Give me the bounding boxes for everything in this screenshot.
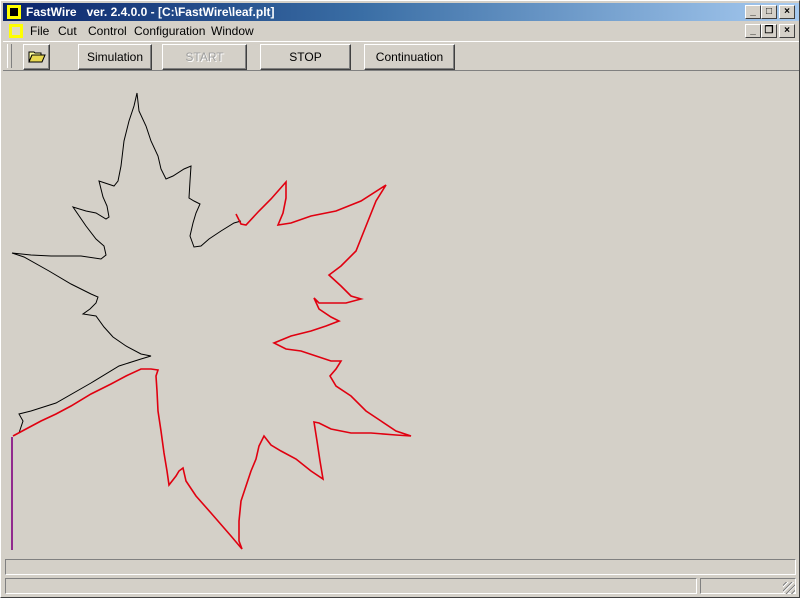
main-window: FastWire ver. 2.4.0.0 - [C:\FastWire\lea… (0, 0, 800, 598)
open-file-button[interactable] (23, 44, 50, 70)
menu-bar: File Cut Control Configuration Window _ … (3, 22, 799, 40)
toolbar: Simulation START STOP Continuation (3, 41, 799, 71)
leaf-path-uncut (11, 92, 242, 434)
simulation-button[interactable]: Simulation (78, 44, 152, 70)
doc-restore-button[interactable]: ❐ (761, 24, 777, 38)
resize-grip[interactable] (783, 582, 795, 594)
window-title: FastWire ver. 2.4.0.0 - [C:\FastWire\lea… (26, 5, 275, 19)
doc-minimize-button[interactable]: _ (745, 24, 761, 38)
minimize-button[interactable]: _ (745, 5, 761, 19)
menu-configuration[interactable]: Configuration (134, 24, 205, 38)
start-button[interactable]: START (162, 44, 247, 70)
folder-open-icon (27, 51, 46, 63)
status-panel-main (5, 578, 697, 594)
continuation-button[interactable]: Continuation (364, 44, 455, 70)
doc-close-button[interactable]: × (779, 24, 795, 38)
close-button[interactable]: × (779, 5, 795, 19)
status-line (5, 559, 796, 575)
app-icon[interactable] (7, 5, 21, 19)
toolbar-grip[interactable] (7, 44, 12, 68)
maximize-button[interactable]: □ (761, 5, 777, 19)
menu-window[interactable]: Window (211, 24, 254, 38)
document-icon[interactable] (9, 24, 23, 38)
menu-control[interactable]: Control (88, 24, 127, 38)
menu-file[interactable]: File (30, 24, 49, 38)
drawing-canvas[interactable] (4, 71, 799, 555)
title-bar[interactable]: FastWire ver. 2.4.0.0 - [C:\FastWire\lea… (3, 3, 799, 21)
status-panel-right (700, 578, 796, 594)
menu-cut[interactable]: Cut (58, 24, 77, 38)
stop-button[interactable]: STOP (260, 44, 351, 70)
